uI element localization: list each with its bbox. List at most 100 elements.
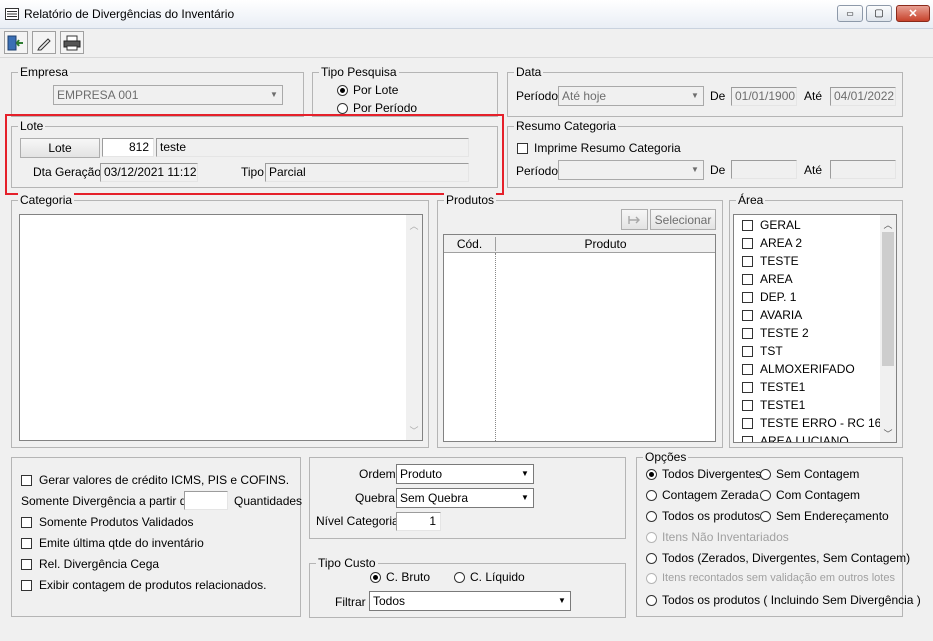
area-item[interactable]: GERAL xyxy=(742,216,801,234)
somente-validados-checkbox[interactable]: Somente Produtos Validados xyxy=(21,515,194,529)
empresa-group: Empresa EMPRESA 001 ▼ xyxy=(11,65,304,117)
tipo-pesquisa-label: Tipo Pesquisa xyxy=(319,65,399,79)
radio-unselected-icon xyxy=(646,510,657,522)
filtrar-select[interactable]: Todos ▼ xyxy=(369,591,571,611)
com-contagem-label: Com Contagem xyxy=(776,488,861,502)
minimize-button[interactable]: ▭ xyxy=(837,5,863,22)
exit-button[interactable] xyxy=(4,31,28,54)
selecionar-button[interactable]: Selecionar xyxy=(650,209,716,230)
select-arrow-button[interactable] xyxy=(621,209,648,230)
area-item[interactable]: TESTE1 xyxy=(742,396,805,414)
scroll-down-icon[interactable]: ﹀ xyxy=(406,422,422,438)
area-item[interactable]: ALMOXERIFADO xyxy=(742,360,855,378)
chevron-down-icon: ▼ xyxy=(521,469,529,478)
area-item[interactable]: TESTE1 xyxy=(742,378,805,396)
radio-todos-os-produtos[interactable]: Todos os produtos xyxy=(646,509,760,523)
data-ate-label: Até xyxy=(804,89,823,103)
radio-todos-zerados[interactable]: Todos (Zerados, Divergentes, Sem Contage… xyxy=(646,551,910,565)
area-scrollbar[interactable]: ︿ ﹀ xyxy=(880,215,896,442)
empresa-select[interactable]: EMPRESA 001 ▼ xyxy=(53,85,283,105)
radio-contagem-zerada[interactable]: Contagem Zerada xyxy=(646,488,759,502)
itens-recontados-label: Itens recontados sem validação em outros… xyxy=(662,572,895,584)
ordem-select[interactable]: Produto ▼ xyxy=(396,464,534,484)
emite-ultima-checkbox[interactable]: Emite última qtde do inventário xyxy=(21,536,204,550)
sem-contagem-label: Sem Contagem xyxy=(776,467,860,481)
por-lote-label: Por Lote xyxy=(353,83,399,97)
tipo-custo-label: Tipo Custo xyxy=(316,556,378,570)
area-item[interactable]: AREA xyxy=(742,270,793,288)
somente-validados-label: Somente Produtos Validados xyxy=(39,515,194,529)
exit-door-icon xyxy=(7,35,23,50)
radio-c-bruto[interactable]: C. Bruto xyxy=(370,570,430,584)
resumo-categoria-label: Resumo Categoria xyxy=(514,119,619,133)
produtos-table-header: Cód. Produto xyxy=(444,235,715,253)
checkbox-icon xyxy=(742,219,753,231)
radio-sem-contagem[interactable]: Sem Contagem xyxy=(760,467,859,481)
data-ate-field[interactable]: 04/01/2022 xyxy=(830,87,896,106)
radio-por-lote[interactable]: Por Lote xyxy=(337,83,398,97)
chevron-down-icon: ▼ xyxy=(558,596,566,605)
checkbox-icon xyxy=(21,558,32,570)
data-periodo-select[interactable]: Até hoje ▼ xyxy=(558,86,704,106)
scroll-down-icon[interactable]: ﹀ xyxy=(880,425,896,441)
checkbox-icon xyxy=(742,363,753,375)
radio-todos-divergentes[interactable]: Todos Divergentes xyxy=(646,467,761,481)
rel-cega-checkbox[interactable]: Rel. Divergência Cega xyxy=(21,557,159,571)
radio-c-liquido[interactable]: C. Líquido xyxy=(454,570,525,584)
produtos-table[interactable]: Cód. Produto xyxy=(443,234,716,442)
checkbox-icon xyxy=(742,255,753,267)
radio-unselected-icon xyxy=(760,489,771,501)
area-item[interactable]: AREA 2 xyxy=(742,234,802,252)
area-item[interactable]: AVARIA xyxy=(742,306,802,324)
checkbox-icon xyxy=(21,579,32,591)
header-produto[interactable]: Produto xyxy=(496,237,715,251)
contagem-zerada-label: Contagem Zerada xyxy=(662,488,759,502)
area-item[interactable]: TESTE ERRO - RC 1620 xyxy=(742,414,895,432)
checkbox-icon xyxy=(742,273,753,285)
radio-sem-enderecamento[interactable]: Sem Endereçamento xyxy=(760,509,889,523)
resumo-de-field[interactable] xyxy=(731,160,797,179)
edit-button[interactable] xyxy=(32,31,56,54)
radio-itens-recontados[interactable]: Itens recontados sem validação em outros… xyxy=(646,572,895,584)
checkbox-icon xyxy=(742,309,753,321)
area-item[interactable]: TESTE xyxy=(742,252,799,270)
radio-itens-nao-inventariados[interactable]: Itens Não Inventariados xyxy=(646,530,789,544)
data-de-field[interactable]: 01/01/1900 xyxy=(731,87,797,106)
categoria-list[interactable]: ︿ ﹀ xyxy=(19,214,423,441)
ordenacao-group: Ordem Produto ▼ Quebra Sem Quebra ▼ Níve… xyxy=(309,457,626,539)
checkbox-icon xyxy=(742,381,753,393)
radio-por-periodo[interactable]: Por Período xyxy=(337,101,417,115)
area-item[interactable]: TST xyxy=(742,342,783,360)
radio-todos-sem-divergencia[interactable]: Todos os produtos ( Incluindo Sem Diverg… xyxy=(646,593,921,607)
exibir-contagem-checkbox[interactable]: Exibir contagem de produtos relacionados… xyxy=(21,578,266,592)
close-button[interactable]: ✕ xyxy=(896,5,930,22)
exibir-contagem-label: Exibir contagem de produtos relacionados… xyxy=(39,578,267,592)
area-item[interactable]: DEP. 1 xyxy=(742,288,796,306)
area-item[interactable]: TESTE 2 xyxy=(742,324,809,342)
resumo-periodo-select[interactable]: ▼ xyxy=(558,160,704,180)
scroll-up-icon[interactable]: ︿ xyxy=(406,217,422,233)
resumo-ate-field[interactable] xyxy=(830,160,896,179)
print-button[interactable] xyxy=(60,31,84,54)
header-cod[interactable]: Cód. xyxy=(444,237,496,251)
gerar-credito-checkbox[interactable]: Gerar valores de crédito ICMS, PIS e COF… xyxy=(21,473,289,487)
radio-selected-icon xyxy=(370,571,381,583)
sem-enderecamento-label: Sem Endereçamento xyxy=(776,509,889,523)
categoria-scrollbar[interactable]: ︿ ﹀ xyxy=(406,215,422,440)
maximize-icon: ▢ xyxy=(874,8,884,19)
maximize-button[interactable]: ▢ xyxy=(866,5,892,22)
nivel-categoria-field[interactable]: 1 xyxy=(396,512,441,531)
data-de-label: De xyxy=(710,89,726,103)
scroll-thumb[interactable] xyxy=(882,232,894,366)
data-label: Data xyxy=(514,65,544,79)
scroll-up-icon[interactable]: ︿ xyxy=(880,216,896,232)
data-periodo-value: Até hoje xyxy=(562,89,607,103)
somente-divergencia-field[interactable] xyxy=(184,491,228,510)
area-list[interactable]: GERAL AREA 2 TESTE AREA DEP. 1 AVARIA TE… xyxy=(733,214,897,443)
radio-com-contagem[interactable]: Com Contagem xyxy=(760,488,860,502)
area-item[interactable]: AREA LUCIANO xyxy=(742,432,849,442)
area-label: Área xyxy=(736,193,766,207)
quebra-select[interactable]: Sem Quebra ▼ xyxy=(396,488,534,508)
radio-unselected-icon xyxy=(760,510,771,522)
imprime-resumo-checkbox[interactable]: Imprime Resumo Categoria xyxy=(517,141,681,155)
